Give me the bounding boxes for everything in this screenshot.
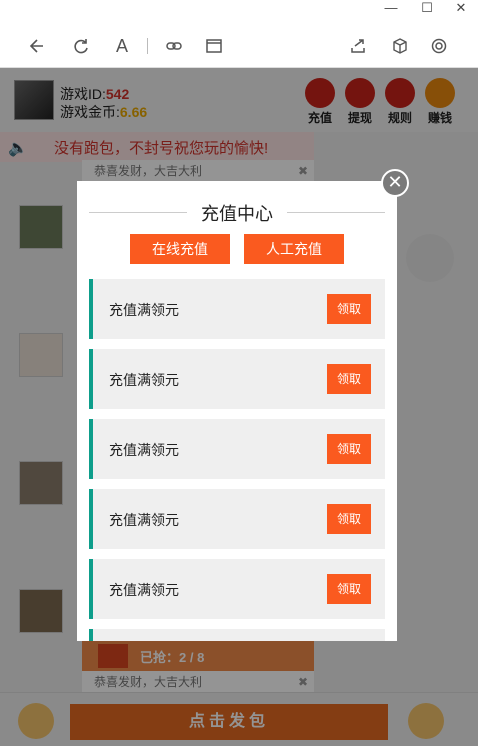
back-icon[interactable] <box>24 34 48 58</box>
modal-title: 充值中心 <box>201 204 273 224</box>
offer-text: 充值满领元 <box>109 302 179 318</box>
claim-button[interactable]: 领取 <box>327 434 371 464</box>
offer-item-partial <box>89 629 385 641</box>
offer-text: 充值满领元 <box>109 512 179 528</box>
tab-manual-recharge[interactable]: 人工充值 <box>244 234 344 264</box>
offer-item: 充值满领元 领取 <box>89 349 385 409</box>
window-icon[interactable] <box>202 34 226 58</box>
claim-button[interactable]: 领取 <box>327 574 371 604</box>
title-divider <box>287 212 385 213</box>
maximize-button[interactable]: ☐ <box>410 0 444 18</box>
tab-online-recharge[interactable]: 在线充值 <box>130 234 230 264</box>
offer-item: 充值满领元 领取 <box>89 559 385 619</box>
modal-close-button[interactable]: ✕ <box>381 169 409 197</box>
settings-icon[interactable] <box>427 34 451 58</box>
link-icon[interactable] <box>162 34 186 58</box>
minimize-button[interactable]: — <box>374 0 408 18</box>
close-window-button[interactable]: ✕ <box>444 0 478 18</box>
offer-item: 充值满领元 领取 <box>89 419 385 479</box>
toolbar-divider <box>147 38 148 54</box>
browser-toolbar: A <box>0 22 478 68</box>
claim-button[interactable]: 领取 <box>327 294 371 324</box>
offer-text: 充值满领元 <box>109 582 179 598</box>
offer-item: 充值满领元 领取 <box>89 489 385 549</box>
window-titlebar: — ☐ ✕ <box>0 0 478 22</box>
offer-text: 充值满领元 <box>109 442 179 458</box>
offer-item: 充值满领元 领取 <box>89 279 385 339</box>
text-size-icon[interactable]: A <box>110 34 134 58</box>
claim-button[interactable]: 领取 <box>327 364 371 394</box>
cube-icon[interactable] <box>388 34 412 58</box>
claim-button[interactable]: 领取 <box>327 504 371 534</box>
offer-text: 充值满领元 <box>109 372 179 388</box>
refresh-icon[interactable] <box>69 34 93 58</box>
share-icon[interactable] <box>346 34 370 58</box>
recharge-modal: 充值中心 在线充值 人工充值 充值满领元 领取 充值满领元 领取 充值满领元 领… <box>77 181 397 641</box>
